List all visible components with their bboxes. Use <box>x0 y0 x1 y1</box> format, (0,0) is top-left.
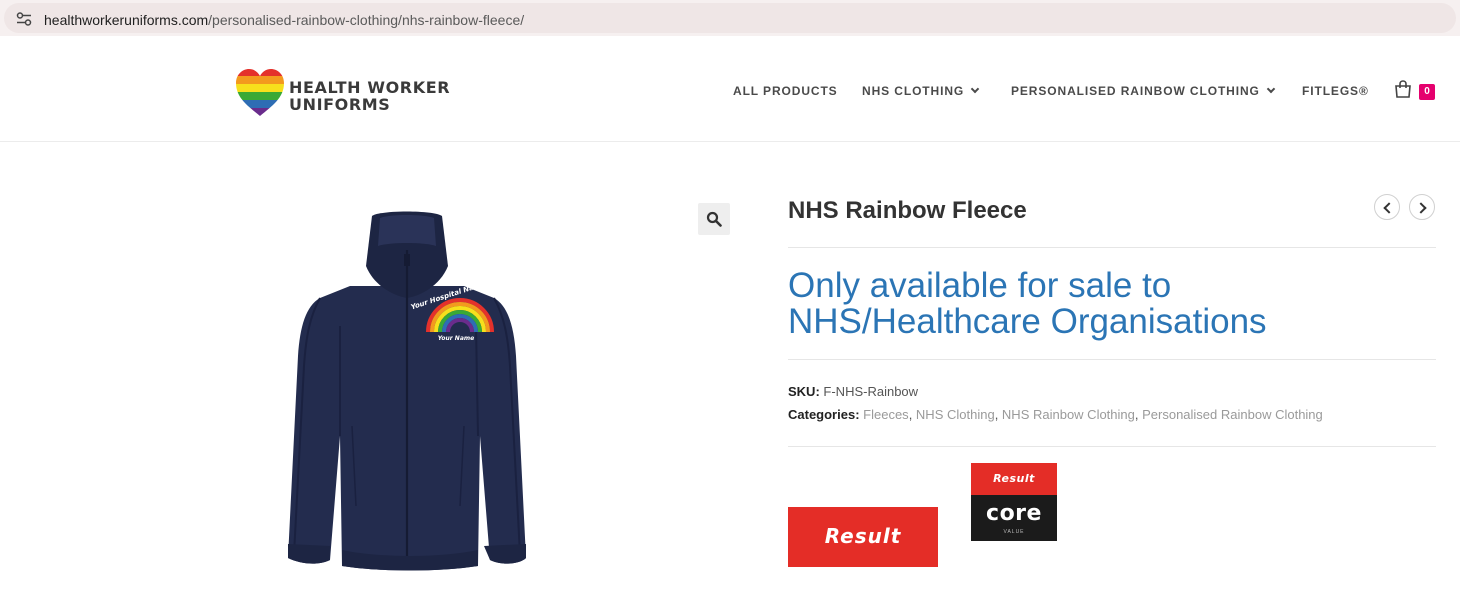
core-logo-value: VALUE <box>1003 529 1025 535</box>
zoom-button[interactable] <box>698 203 730 235</box>
magnifier-icon <box>706 211 722 227</box>
nav-all-products[interactable]: ALL PRODUCTS <box>733 84 838 98</box>
logo-line-2: UNIFORMS <box>289 95 391 114</box>
divider <box>788 359 1436 360</box>
nav-personalised-rainbow-clothing[interactable]: PERSONALISED RAINBOW CLOTHING <box>1011 84 1276 98</box>
product-image[interactable]: Your Hospital Name Here Your Name <box>280 206 534 574</box>
sku-label: SKU: <box>788 384 820 399</box>
logo-text: HEALTH WORKER UNIFORMS <box>289 79 450 113</box>
nav-fitlegs[interactable]: FITLEGS® <box>1302 84 1369 98</box>
core-logo-result-text: Result <box>993 472 1035 485</box>
nav-all-products-label: ALL PRODUCTS <box>733 84 838 98</box>
category-link-fleeces[interactable]: Fleeces <box>863 407 909 422</box>
url-text[interactable]: healthworkeruniforms.com/personalised-ra… <box>44 12 524 28</box>
cart-count-badge: 0 <box>1419 84 1435 100</box>
sku-value: F-NHS-Rainbow <box>823 384 919 399</box>
divider <box>788 247 1436 248</box>
divider <box>788 446 1436 447</box>
next-product-button[interactable] <box>1409 194 1435 220</box>
core-logo-top: Result <box>971 463 1057 495</box>
availability-notice: Only available for sale to NHS/Healthcar… <box>788 266 1267 341</box>
result-core-brand-logo: Result core VALUE <box>971 463 1057 541</box>
emblem-name-text: Your Name <box>438 335 474 342</box>
chevron-down-icon <box>970 84 980 94</box>
nav-personalised-rainbow-clothing-label: PERSONALISED RAINBOW CLOTHING <box>1011 84 1260 98</box>
site-header: HEALTH WORKER UNIFORMS ALL PRODUCTS NHS … <box>0 40 1460 142</box>
logo-line-1: HEALTH WORKER <box>289 78 451 97</box>
site-settings-icon[interactable] <box>16 12 32 26</box>
nav-nhs-clothing-label: NHS CLOTHING <box>862 84 965 98</box>
categories-label: Categories: <box>788 407 860 422</box>
url-field[interactable]: healthworkeruniforms.com/personalised-ra… <box>4 3 1456 33</box>
url-host: healthworkeruniforms.com <box>44 12 209 28</box>
result-logo-text: Result <box>824 524 902 548</box>
chevron-down-icon <box>1266 84 1276 94</box>
previous-product-button[interactable] <box>1374 194 1400 220</box>
category-link-personalised-rainbow-clothing[interactable]: Personalised Rainbow Clothing <box>1142 407 1323 422</box>
product-sku: SKU: F-NHS-Rainbow <box>788 384 918 399</box>
core-logo-word: core <box>986 501 1042 526</box>
url-path: /personalised-rainbow-clothing/nhs-rainb… <box>208 12 525 28</box>
shopping-bag-icon <box>1395 80 1411 98</box>
product-categories: Categories: Fleeces, NHS Clothing, NHS R… <box>788 407 1323 422</box>
result-brand-logo: Result <box>788 507 938 567</box>
nav-nhs-clothing[interactable]: NHS CLOTHING <box>862 84 980 98</box>
category-link-nhs-rainbow-clothing[interactable]: NHS Rainbow Clothing <box>1002 407 1135 422</box>
product-title: NHS Rainbow Fleece <box>788 197 1027 224</box>
nav-fitlegs-label: FITLEGS® <box>1302 84 1369 98</box>
category-link-nhs-clothing[interactable]: NHS Clothing <box>916 407 995 422</box>
site-logo[interactable]: HEALTH WORKER UNIFORMS <box>234 68 450 118</box>
rainbow-heart-icon <box>236 69 284 116</box>
cart-button[interactable]: 0 <box>1394 80 1438 102</box>
browser-address-bar: healthworkeruniforms.com/personalised-ra… <box>0 0 1460 36</box>
